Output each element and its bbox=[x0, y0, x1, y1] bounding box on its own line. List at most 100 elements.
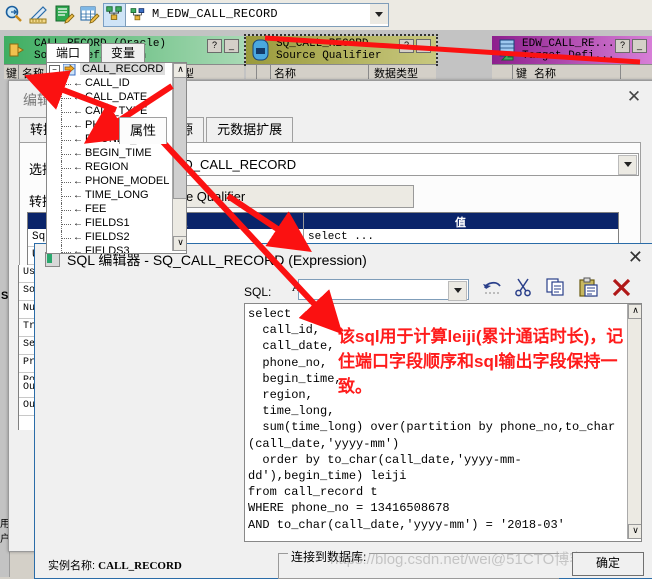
input-port-arrow-icon: ← bbox=[73, 78, 83, 89]
col-name: 名称 bbox=[22, 68, 44, 80]
mapping-small-icon bbox=[130, 8, 145, 21]
grid-header-value: 值 bbox=[455, 217, 466, 229]
tree-node-label: CALL_TYPE bbox=[85, 105, 148, 117]
tree-scrollbar[interactable]: ∧ ∨ bbox=[172, 63, 186, 251]
mapping-icon[interactable] bbox=[103, 3, 127, 27]
help-button[interactable]: ? bbox=[207, 39, 222, 53]
sq-col-name: 名称 bbox=[274, 68, 296, 80]
target-definition-title: EDW_CALL_RE... bbox=[522, 38, 615, 50]
grid-value: select ... bbox=[308, 231, 375, 243]
col-key: 键 bbox=[6, 68, 17, 80]
tgt-col-key: 键 bbox=[516, 68, 527, 80]
input-port-arrow-icon: ← bbox=[73, 106, 83, 117]
tree-scroll-down[interactable]: ∨ bbox=[173, 236, 186, 251]
watermark: https://blog.csdn.net/wei@51CTO博客 bbox=[330, 551, 585, 568]
transform-type-field: Source Qualifier bbox=[147, 185, 414, 208]
tree-node-label: BEGIN_TIME bbox=[85, 147, 152, 159]
target-definition-columns: 键 名称 bbox=[492, 64, 652, 80]
input-port-arrow-icon: ← bbox=[73, 232, 83, 243]
target-definition-box[interactable]: EDW_CALL_RE... Target Defi... ? _ 键 名称 bbox=[492, 36, 652, 80]
tree-node-list: ←CALL_ID←CALL_DATE←CALL_TYPE←PHONE_NO←PH… bbox=[47, 77, 186, 254]
target-definition-header: EDW_CALL_RE... Target Defi... ? _ bbox=[492, 36, 652, 64]
tgt-minimize-button[interactable]: _ bbox=[632, 39, 647, 53]
sql-scroll-up[interactable]: ∧ bbox=[628, 304, 641, 319]
red-annotation-text: 该sql用于计算leiji(累计通话时长)，记住端口字段顺序和sql输出字段保持… bbox=[338, 327, 624, 396]
copy-icon[interactable] bbox=[545, 277, 567, 297]
sq-col-datatype: 数据类型 bbox=[374, 68, 418, 80]
notes-icon[interactable] bbox=[53, 3, 75, 25]
tree-node[interactable]: ← FIELDS3 bbox=[47, 245, 186, 254]
select-transform-arrow[interactable] bbox=[618, 155, 637, 175]
tree-collapse-icon[interactable]: − bbox=[49, 65, 60, 76]
input-port-arrow-icon: ← bbox=[73, 190, 83, 201]
tree-node[interactable]: ← BEGIN_TIME bbox=[47, 147, 186, 161]
tab-ports-sql[interactable]: 端口 bbox=[46, 43, 91, 64]
input-port-arrow-icon: ← bbox=[73, 120, 83, 131]
source-qualifier-box[interactable]: SQ_CALL_RECORD Source Qualifier ? _ 名称 数… bbox=[244, 34, 438, 80]
target-table-icon bbox=[499, 39, 515, 61]
tree-node-label: FEE bbox=[85, 203, 107, 215]
ruler-icon[interactable] bbox=[28, 3, 50, 25]
find-combo-arrow[interactable] bbox=[448, 281, 467, 301]
select-transform-value: SQ_CALL_RECORD bbox=[174, 157, 297, 172]
tree-scroll-thumb[interactable] bbox=[173, 77, 186, 199]
find-input[interactable] bbox=[298, 279, 469, 301]
ok-button[interactable]: 确定 bbox=[572, 552, 644, 576]
input-port-arrow-icon: ← bbox=[73, 218, 83, 229]
tgt-help-button[interactable]: ? bbox=[615, 39, 630, 53]
tab-properties[interactable]: 属性 bbox=[119, 117, 168, 144]
source-qualifier-columns: 名称 数据类型 bbox=[246, 64, 436, 80]
paste-icon[interactable] bbox=[578, 277, 600, 297]
tgt-col-name: 名称 bbox=[534, 68, 556, 80]
input-port-arrow-icon: ← bbox=[73, 134, 83, 145]
input-port-arrow-icon: ← bbox=[73, 176, 83, 187]
tree-node[interactable]: ← CALL_ID bbox=[47, 77, 186, 91]
tree-node-label: FIELDS1 bbox=[85, 217, 130, 229]
tab-metadata-extensions[interactable]: 元数据扩展 bbox=[206, 117, 294, 142]
tree-node-label: PHONE_MODEL bbox=[85, 175, 170, 187]
sq-minimize-button[interactable]: _ bbox=[416, 39, 431, 53]
sql-scroll-down[interactable]: ∨ bbox=[628, 524, 641, 539]
input-port-arrow-icon: ← bbox=[73, 246, 83, 254]
tab-variables-sql[interactable]: 变量 bbox=[101, 43, 146, 64]
tree-node[interactable]: ← FEE bbox=[47, 203, 186, 217]
tree-node-label: CALL_ID bbox=[85, 77, 130, 89]
delete-icon[interactable] bbox=[611, 277, 633, 297]
tree-root-node[interactable]: − CALL_RECORD bbox=[47, 63, 186, 77]
sq-help-button[interactable]: ? bbox=[399, 39, 414, 53]
tree-root-label: CALL_RECORD bbox=[80, 63, 166, 75]
instance-name-label: 实例名称: bbox=[48, 560, 96, 572]
input-port-arrow-icon: ← bbox=[73, 148, 83, 159]
mapping-combo-arrow[interactable] bbox=[370, 4, 388, 24]
tree-node[interactable]: ← TIME_LONG bbox=[47, 189, 186, 203]
minimize-button[interactable]: _ bbox=[224, 39, 239, 53]
sql-editor-close-icon[interactable]: ✕ bbox=[628, 248, 643, 266]
tree-node[interactable]: ← FIELDS1 bbox=[47, 217, 186, 231]
tree-scroll-up[interactable]: ∧ bbox=[173, 63, 186, 78]
tree-node-label: CALL_DATE bbox=[85, 91, 148, 103]
source-qualifier-subtitle: Source Qualifier bbox=[276, 50, 382, 62]
tree-node[interactable]: ← REGION bbox=[47, 161, 186, 175]
port-tree[interactable]: − CALL_RECORD ← CALL_ID ← CALL_DATE ← CALL_TY… bbox=[46, 62, 187, 254]
tree-node[interactable]: ← CALL_DATE bbox=[47, 91, 186, 105]
select-transform-combo[interactable]: SQ SQ_CALL_RECORD bbox=[147, 153, 639, 176]
tree-node-label: TIME_LONG bbox=[85, 189, 149, 201]
magnifier-icon[interactable] bbox=[3, 3, 25, 25]
tree-node-label: FIELDS3 bbox=[85, 245, 130, 254]
edit-dialog-close-icon[interactable]: ✕ bbox=[623, 87, 645, 107]
input-port-arrow-icon: ← bbox=[73, 162, 83, 173]
tree-node-label: FIELDS2 bbox=[85, 231, 130, 243]
source-node-icon bbox=[63, 64, 76, 76]
table-icon[interactable] bbox=[78, 3, 100, 25]
main-toolbar: M_EDW_CALL_RECORD bbox=[0, 0, 652, 31]
source-qualifier-header: SQ_CALL_RECORD Source Qualifier ? _ bbox=[244, 34, 438, 66]
source-qualifier-title: SQ_CALL_RECORD bbox=[276, 38, 369, 50]
mapping-name-combo[interactable]: M_EDW_CALL_RECORD bbox=[125, 3, 389, 27]
instance-name-value: CALL_RECORD bbox=[98, 560, 182, 572]
undo-icon[interactable] bbox=[481, 277, 503, 297]
source-table-icon bbox=[9, 43, 24, 57]
tree-node[interactable]: ← PHONE_MODEL bbox=[47, 175, 186, 189]
source-qualifier-icon bbox=[252, 39, 269, 61]
tree-node[interactable]: ← FIELDS2 bbox=[47, 231, 186, 245]
cut-icon[interactable] bbox=[513, 277, 533, 297]
